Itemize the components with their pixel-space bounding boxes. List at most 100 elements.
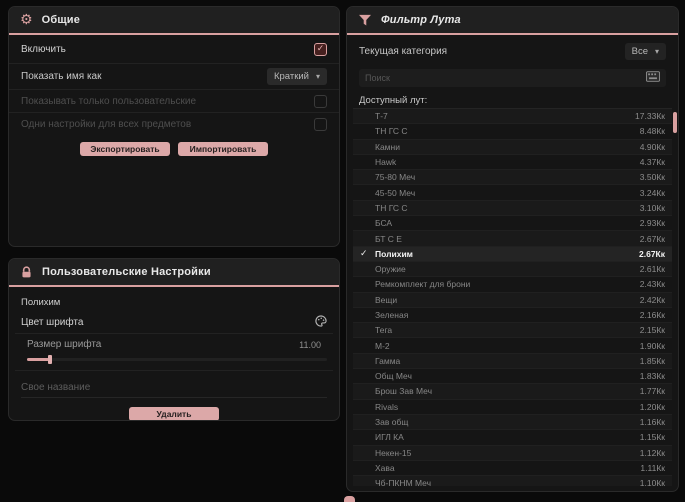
- loot-filter-panel-title: Фильтр Лута: [381, 14, 461, 26]
- chevron-down-icon: ▾: [315, 72, 320, 81]
- hidden-panel-peek: [344, 496, 355, 502]
- item-name: Hawk: [375, 157, 397, 168]
- list-item[interactable]: БТ С Е 2.67Кк: [353, 231, 672, 247]
- list-item[interactable]: ТН ГС С 3.10Кк: [353, 200, 672, 217]
- list-item[interactable]: Чб-ПКНМ Меч 1.10Кк: [353, 476, 672, 486]
- item-value: 1.85Кк: [639, 355, 665, 366]
- keyboard-icon[interactable]: [646, 69, 660, 87]
- same-settings-row: Одни настройки для всех предметов: [9, 113, 339, 135]
- show-name-select[interactable]: Краткий ▾: [266, 68, 327, 85]
- delete-button[interactable]: Удалить: [129, 407, 219, 420]
- list-item[interactable]: М-2 1.90Кк: [353, 338, 672, 354]
- show-name-row: Показать имя как Краткий ▾: [9, 64, 339, 90]
- only-custom-row: Показывать только пользовательские: [9, 90, 339, 113]
- item-value: 2.15Кк: [639, 325, 665, 336]
- list-item[interactable]: ✓ Полихим 2.67Кк: [353, 246, 672, 262]
- slider-fill: [27, 358, 49, 361]
- loot-list: Т-7 17.33Кк ТН ГС С 8.48Кк Камни 4.90Кк …: [353, 108, 672, 486]
- item-value: 2.93Кк: [639, 218, 665, 229]
- list-item[interactable]: Хава 1.11Кк: [353, 461, 672, 477]
- category-label: Текущая категория: [359, 46, 448, 57]
- palette-icon[interactable]: [315, 314, 327, 332]
- chevron-down-icon: ▾: [654, 47, 659, 56]
- search-input[interactable]: [365, 73, 640, 83]
- item-name: Полихим: [375, 248, 413, 259]
- list-item[interactable]: Некен-15 1.12Кк: [353, 445, 672, 461]
- list-item[interactable]: Камни 4.90Кк: [353, 139, 672, 155]
- item-value: 8.48Кк: [639, 126, 665, 137]
- category-row: Текущая категория Все ▾: [347, 35, 678, 62]
- item-name: Т-7: [375, 111, 388, 122]
- category-value: Все: [631, 46, 648, 57]
- font-size-row: Размер шрифта 11.00: [15, 334, 333, 371]
- list-item[interactable]: ИГЛ КА 1.15Кк: [353, 430, 672, 446]
- font-size-value: 11.00: [299, 339, 321, 350]
- gear-icon: ⚙: [20, 12, 33, 28]
- item-name: Общ Меч: [375, 371, 412, 382]
- list-item[interactable]: 75-80 Меч 3.50Кк: [353, 170, 672, 186]
- lock-icon: [20, 265, 33, 279]
- list-item[interactable]: Зав общ 1.16Кк: [353, 414, 672, 431]
- list-item[interactable]: Оружие 2.61Кк: [353, 261, 672, 278]
- search-bar: [359, 69, 666, 87]
- item-value: 2.16Кк: [639, 310, 665, 320]
- item-value: 1.20Кк: [639, 401, 665, 412]
- font-size-slider[interactable]: [27, 355, 327, 364]
- category-select[interactable]: Все ▾: [624, 43, 666, 60]
- item-value: 4.37Кк: [639, 157, 665, 168]
- item-name: Тега: [375, 325, 393, 336]
- item-name: 45-50 Меч: [375, 187, 416, 198]
- list-item[interactable]: Зеленая 2.16Кк: [353, 308, 672, 324]
- same-settings-checkbox[interactable]: [314, 117, 327, 131]
- import-button[interactable]: Импортировать: [178, 142, 268, 156]
- item-name: ТН ГС С: [375, 126, 408, 137]
- funnel-icon: [358, 14, 372, 26]
- user-settings-panel: Пользовательские Настройки Полихим Цвет …: [8, 258, 340, 421]
- available-loot-label: Доступный лут:: [359, 95, 428, 106]
- item-value: 3.50Кк: [639, 172, 665, 183]
- slider-track: [27, 358, 327, 361]
- list-item[interactable]: 45-50 Меч 3.24Кк: [353, 185, 672, 201]
- item-value: 3.10Кк: [639, 202, 665, 213]
- item-name: БСА: [375, 218, 393, 229]
- loot-filter-panel-header: Фильтр Лута: [347, 7, 678, 35]
- item-value: 3.24Кк: [639, 187, 665, 198]
- list-item[interactable]: Брош Зав Меч 1.77Кк: [353, 384, 672, 400]
- user-settings-panel-title: Пользовательские Настройки: [42, 266, 211, 278]
- item-value: 1.83Кк: [639, 371, 665, 382]
- export-button[interactable]: Экспортировать: [80, 142, 170, 156]
- list-item[interactable]: Общ Меч 1.83Кк: [353, 369, 672, 385]
- general-panel: ⚙ Общие Включить ✓ Показать имя как Крат…: [8, 6, 340, 247]
- only-custom-checkbox[interactable]: [314, 94, 327, 108]
- item-name: Брош Зав Меч: [375, 386, 433, 397]
- item-name: Камни: [375, 141, 400, 152]
- selected-item-name: Полихим: [21, 297, 61, 308]
- list-item[interactable]: Hawk 4.37Кк: [353, 155, 672, 171]
- list-item[interactable]: Ремкомплект для брони 2.43Кк: [353, 277, 672, 293]
- font-color-label: Цвет шрифта: [21, 317, 84, 328]
- scrollbar-thumb[interactable]: [673, 112, 677, 133]
- general-panel-header: ⚙ Общие: [9, 7, 339, 35]
- item-name: 75-80 Меч: [375, 172, 416, 183]
- list-item[interactable]: Тега 2.15Кк: [353, 323, 672, 339]
- list-item[interactable]: Вещи 2.42Кк: [353, 292, 672, 308]
- font-color-row: Цвет шрифта: [15, 312, 333, 334]
- list-item[interactable]: Т-7 17.33Кк: [353, 109, 672, 125]
- item-value: 4.90Кк: [639, 141, 665, 152]
- general-panel-title: Общие: [41, 14, 81, 26]
- enable-checkbox[interactable]: ✓: [314, 42, 327, 56]
- item-name: М-2: [375, 340, 390, 351]
- item-name: Хава: [375, 462, 395, 473]
- item-value: 1.90Кк: [639, 340, 665, 351]
- list-item[interactable]: ТН ГС С 8.48Кк: [353, 124, 672, 140]
- list-item[interactable]: Гамма 1.85Кк: [353, 353, 672, 370]
- list-item[interactable]: Rivals 1.20Кк: [353, 400, 672, 415]
- slider-thumb[interactable]: [48, 355, 52, 364]
- custom-name-input[interactable]: [21, 380, 327, 398]
- item-value: 2.61Кк: [639, 264, 665, 275]
- item-value: 2.67Кк: [639, 233, 665, 244]
- item-value: 1.10Кк: [639, 478, 665, 486]
- font-size-label: Размер шрифта: [27, 339, 102, 350]
- list-item[interactable]: БСА 2.93Кк: [353, 216, 672, 232]
- item-name: БТ С Е: [375, 233, 402, 244]
